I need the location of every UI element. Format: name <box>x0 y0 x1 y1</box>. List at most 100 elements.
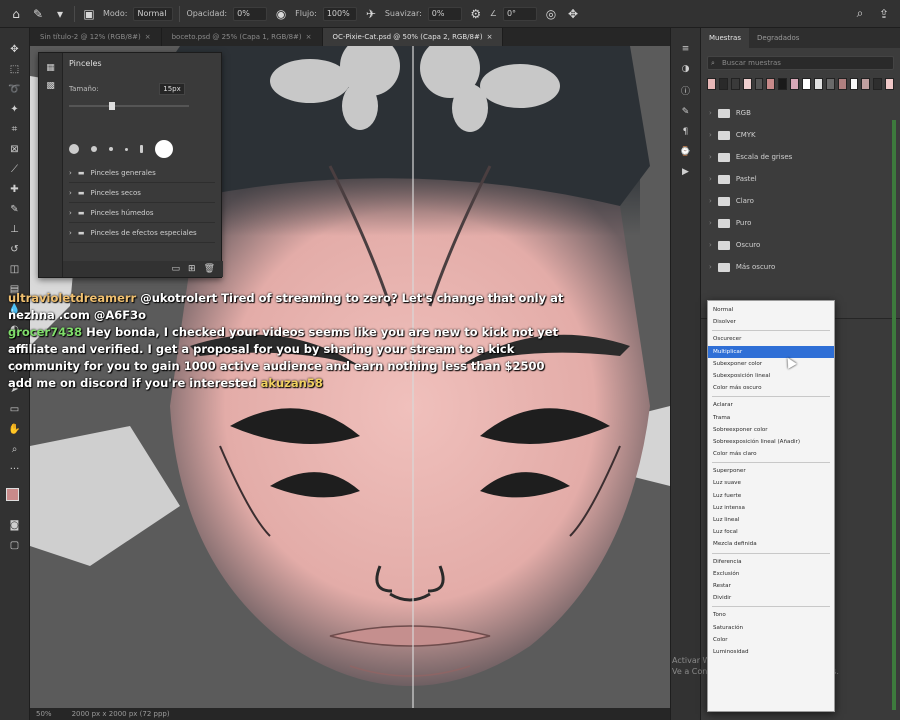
brush-folder[interactable]: › ▬ Pinceles secos <box>69 183 215 203</box>
blend-mode-option[interactable]: Normal <box>708 304 834 316</box>
airbrush-icon[interactable]: ✈ <box>363 6 379 22</box>
brush-tool-icon[interactable]: ✎ <box>6 202 24 216</box>
pressure-opacity-icon[interactable]: ◉ <box>273 6 289 22</box>
clone-stamp-icon[interactable]: ⊥ <box>6 222 24 236</box>
tab-gradients[interactable]: Degradados <box>749 28 807 48</box>
angle-field[interactable]: 0° <box>502 6 537 21</box>
blend-mode-option[interactable]: Mezcla definida <box>708 538 834 550</box>
brush-folder[interactable]: › ▬ Pinceles generales <box>69 163 215 183</box>
symmetry-icon[interactable]: ✥ <box>565 6 581 22</box>
swatch[interactable] <box>790 78 799 90</box>
tab-swatches[interactable]: Muestras <box>701 28 749 48</box>
blend-mode-option[interactable]: Color más claro <box>708 448 834 460</box>
blend-mode-option[interactable]: Saturación <box>708 622 834 634</box>
color-swatches[interactable] <box>4 488 26 512</box>
swatch[interactable] <box>707 78 716 90</box>
shape-tool-icon[interactable]: ▭ <box>6 402 24 416</box>
zoom-tool-icon[interactable]: ⌕ <box>6 442 24 456</box>
blend-mode-option[interactable]: Tono <box>708 609 834 621</box>
screen-mode-icon[interactable]: ▢ <box>6 538 24 552</box>
swatch-folder[interactable]: › Claro <box>701 190 900 212</box>
swatch-folder[interactable]: › Pastel <box>701 168 900 190</box>
swatch-search-input[interactable]: Buscar muestras <box>707 56 894 70</box>
eraser-icon[interactable]: ◫ <box>6 262 24 276</box>
blend-mode-option[interactable]: Luz focal <box>708 526 834 538</box>
swatch[interactable] <box>849 78 859 90</box>
blend-mode-option[interactable]: Aclarar <box>708 399 834 411</box>
trash-icon[interactable]: 🗑 <box>204 264 215 274</box>
foreground-color[interactable] <box>5 488 19 501</box>
blend-mode-option[interactable]: Trama <box>708 412 834 424</box>
document-tab[interactable]: Sin título-2 @ 12% (RGB/8#) × <box>30 28 162 46</box>
brush-folder[interactable]: › ▬ Pinceles húmedos <box>69 203 215 223</box>
swatch[interactable] <box>825 78 835 90</box>
blend-mode-option[interactable]: Sobreexposición lineal (Añadir) <box>708 436 834 448</box>
brush-tip[interactable] <box>109 147 113 151</box>
paragraph-icon[interactable]: ¶ <box>683 127 689 137</box>
search-icon[interactable]: ⌕ <box>852 6 868 22</box>
new-folder-icon[interactable]: ▭ <box>172 264 181 274</box>
blend-mode-dropdown[interactable]: Normal Disolver Oscurecer Multiplicar Subexp… <box>707 300 835 712</box>
adjustments-icon[interactable]: ◑ <box>682 64 690 74</box>
brush-size-slider[interactable] <box>69 102 189 110</box>
swatch-folder[interactable]: › RGB <box>701 102 900 124</box>
brush-panel-icon[interactable]: ✎ <box>682 107 690 117</box>
history-icon[interactable]: ⌚ <box>680 147 691 157</box>
frame-tool-icon[interactable]: ⊠ <box>6 142 24 156</box>
gear-icon[interactable]: ⚙ <box>468 6 484 22</box>
history-brush-icon[interactable]: ↺ <box>6 242 24 256</box>
blend-mode-option[interactable]: Luz suave <box>708 477 834 489</box>
panel-scrollbar[interactable] <box>892 120 896 710</box>
document-tab-active[interactable]: OC-Pixie-Cat.psd @ 50% (Capa 2, RGB/8#) × <box>322 28 504 46</box>
mode-select[interactable]: Normal <box>133 6 174 21</box>
blend-mode-option[interactable]: Restar <box>708 580 834 592</box>
eyedropper-icon[interactable]: ⟋ <box>6 162 24 176</box>
more-tools-icon[interactable]: ··· <box>6 462 24 476</box>
swatch[interactable] <box>813 78 823 90</box>
home-icon[interactable]: ⌂ <box>8 6 24 22</box>
info-icon[interactable]: ⓘ <box>681 84 690 97</box>
brush-preset-icon[interactable]: ✎ <box>30 6 46 22</box>
move-tool-icon[interactable]: ✥ <box>6 42 24 56</box>
swatch[interactable] <box>885 78 894 90</box>
blend-mode-option[interactable]: Dividir <box>708 592 834 604</box>
blend-mode-option[interactable]: Luz lineal <box>708 514 834 526</box>
close-icon[interactable]: × <box>145 28 151 46</box>
swatch[interactable] <box>718 78 728 90</box>
blend-mode-option[interactable]: Subexposición lineal <box>708 370 834 382</box>
brush-tip[interactable] <box>140 145 143 153</box>
blend-mode-option[interactable]: Multiplicar <box>708 345 834 358</box>
swatch[interactable] <box>730 78 740 90</box>
properties-icon[interactable]: ≡ <box>682 44 690 54</box>
share-icon[interactable]: ⇪ <box>876 6 892 22</box>
marquee-tool-icon[interactable]: ⬚ <box>6 62 24 76</box>
lasso-tool-icon[interactable]: ➰ <box>6 82 24 96</box>
swatch[interactable] <box>873 78 883 90</box>
healing-brush-icon[interactable]: ✚ <box>6 182 24 196</box>
brush-settings-icon[interactable]: ▦ <box>46 63 55 73</box>
blend-mode-option[interactable]: Diferencia <box>708 556 834 568</box>
opacity-field[interactable]: 0% <box>233 6 268 21</box>
brush-tip[interactable] <box>125 147 128 151</box>
brush-tip[interactable] <box>69 144 79 154</box>
clone-source-icon[interactable]: ▩ <box>46 81 55 91</box>
blend-mode-option[interactable]: Superponer <box>708 465 834 477</box>
blend-mode-option[interactable]: Luz intensa <box>708 502 834 514</box>
new-brush-icon[interactable]: ⊞ <box>188 264 196 274</box>
brush-size-field[interactable]: 15px <box>159 83 185 95</box>
swatch[interactable] <box>802 78 811 90</box>
swatch[interactable] <box>861 78 871 90</box>
blend-mode-option[interactable]: Luminosidad <box>708 646 834 658</box>
swatch-folder[interactable]: › Más oscuro <box>701 256 900 278</box>
swatch[interactable] <box>778 78 788 90</box>
swatch-folder[interactable]: › Oscuro <box>701 234 900 256</box>
pressure-size-icon[interactable]: ◎ <box>543 6 559 22</box>
blend-mode-option[interactable]: Luz fuerte <box>708 490 834 502</box>
chevron-down-icon[interactable]: ▾ <box>52 6 68 22</box>
swatch[interactable] <box>766 78 776 90</box>
actions-icon[interactable]: ▶ <box>682 167 689 177</box>
crop-tool-icon[interactable]: ⌗ <box>6 122 24 136</box>
swatch[interactable] <box>742 78 752 90</box>
swatch[interactable] <box>837 78 847 90</box>
document-tab[interactable]: boceto.psd @ 25% (Capa 1, RGB/8#) × <box>162 28 323 46</box>
